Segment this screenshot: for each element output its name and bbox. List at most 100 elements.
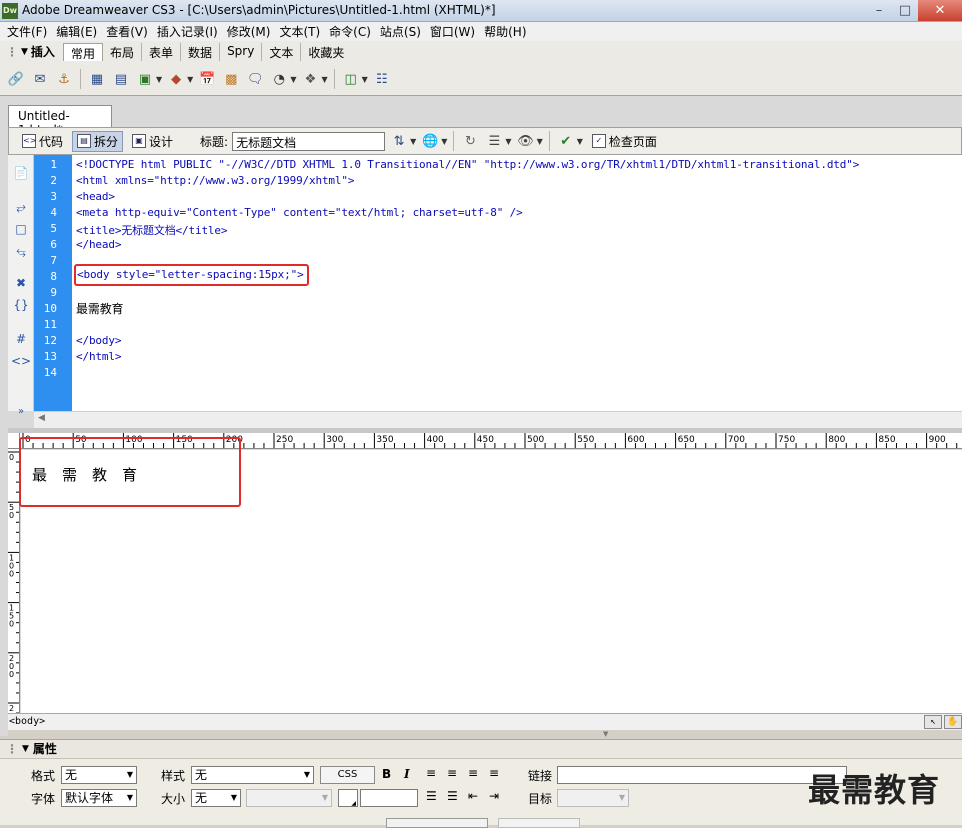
tag-selector-body[interactable]: <body>	[9, 716, 45, 727]
design-view-button[interactable]: ▣ 设计	[127, 131, 178, 152]
link-input[interactable]	[557, 766, 847, 784]
code-line: <title>无标题文档</title>	[76, 224, 228, 237]
grip-icon: ⋮	[6, 741, 18, 756]
dropdown-arrow-icon[interactable]: ▼	[577, 137, 583, 146]
tab-layout[interactable]: 布局	[103, 43, 143, 61]
head-icon[interactable]: ◔	[269, 69, 289, 89]
bold-button[interactable]: B	[382, 767, 391, 781]
div-icon[interactable]: ▤	[111, 69, 131, 89]
dropdown-arrow-icon[interactable]: ▼	[290, 75, 296, 84]
dropdown-arrow-icon[interactable]: ▼	[187, 75, 193, 84]
menu-edit[interactable]: 编辑(E)	[53, 23, 103, 40]
menu-file[interactable]: 文件(F)	[4, 23, 53, 40]
collapse-selection-icon[interactable]: □	[8, 219, 34, 239]
outdent-icon[interactable]: ⇤	[468, 789, 478, 803]
email-link-icon[interactable]: ✉	[30, 69, 50, 89]
document-tab[interactable]: Untitled-1.html*	[8, 105, 112, 137]
comment-icon[interactable]: 🗨	[245, 69, 265, 89]
select-parent-tag-icon[interactable]: ✖	[8, 273, 34, 293]
dropdown-arrow-icon[interactable]: ▼	[505, 137, 511, 146]
tab-favorites[interactable]: 收藏夹	[301, 43, 351, 61]
dropdown-arrow-icon[interactable]: ▼	[362, 75, 368, 84]
tab-forms[interactable]: 表单	[142, 43, 182, 61]
select-tool-icon[interactable]: ↖	[924, 715, 942, 729]
media-icon[interactable]: ◆	[166, 69, 186, 89]
menu-modify[interactable]: 修改(M)	[224, 23, 277, 40]
open-documents-icon[interactable]: 📄	[8, 163, 34, 183]
code-view-button[interactable]: <> 代码	[17, 131, 68, 152]
tab-text[interactable]: 文本	[262, 43, 302, 61]
window-controls: – □ ✕	[866, 0, 962, 21]
visual-aids-icon[interactable]: 👁	[516, 131, 536, 151]
dropdown-arrow-icon[interactable]: ▼	[537, 137, 543, 146]
more-tools-icon[interactable]: »	[8, 401, 34, 421]
line-numbers-icon[interactable]: #	[8, 329, 34, 349]
menu-text[interactable]: 文本(T)	[276, 23, 326, 40]
table-icon[interactable]: ▦	[87, 69, 107, 89]
split-view-button[interactable]: ▤ 拆分	[72, 130, 124, 152]
size-select[interactable]: 无 ▼	[191, 789, 241, 807]
align-right-icon[interactable]: ≡	[468, 766, 478, 780]
size-unit-select[interactable]: ▼	[246, 789, 332, 807]
target-select[interactable]: ▼	[557, 789, 629, 807]
date-icon[interactable]: 📅	[197, 69, 217, 89]
highlight-invalid-code-icon[interactable]: <>	[8, 351, 34, 371]
page-properties-button[interactable]	[386, 818, 488, 828]
dropdown-arrow-icon[interactable]: ▼	[156, 75, 162, 84]
collapse-full-tag-icon[interactable]: ⥂	[8, 197, 34, 217]
script-icon[interactable]: ❖	[300, 69, 320, 89]
font-select[interactable]: 默认字体 ▼	[61, 789, 137, 807]
menu-view[interactable]: 查看(V)	[103, 23, 154, 40]
menu-site[interactable]: 站点(S)	[377, 23, 427, 40]
panel-grip[interactable]: ▼	[8, 730, 962, 739]
dropdown-arrow-icon[interactable]: ▼	[441, 137, 447, 146]
close-icon[interactable]: ✕	[918, 0, 962, 21]
dropdown-arrow-icon[interactable]: ▼	[410, 137, 416, 146]
minimize-icon[interactable]: –	[866, 0, 892, 21]
balance-braces-icon[interactable]: {}	[8, 295, 34, 315]
menu-commands[interactable]: 命令(C)	[326, 23, 377, 40]
hand-tool-icon[interactable]: ✋	[944, 715, 962, 729]
italic-button[interactable]: I	[404, 767, 410, 781]
view-options-icon[interactable]: ☰	[484, 131, 504, 151]
hyperlink-icon[interactable]: 🔗	[6, 69, 26, 89]
file-management-icon[interactable]: ⇅	[389, 131, 409, 151]
refresh-icon[interactable]: ↻	[460, 131, 480, 151]
indent-icon[interactable]: ⇥	[489, 789, 499, 803]
templates-icon[interactable]: ◫	[341, 69, 361, 89]
preview-browser-icon[interactable]: 🌐	[420, 131, 440, 151]
align-left-icon[interactable]: ≡	[426, 766, 436, 780]
list-item-button[interactable]	[498, 818, 580, 828]
css-button[interactable]: CSS	[320, 766, 375, 784]
named-anchor-icon[interactable]: ⚓	[54, 69, 74, 89]
text-color-input[interactable]	[360, 789, 418, 807]
server-include-icon[interactable]: ▩	[221, 69, 241, 89]
tab-spry[interactable]: Spry	[220, 43, 263, 61]
check-page-button[interactable]: ✓ 检查页面	[587, 131, 662, 152]
validate-markup-icon[interactable]: ✔	[556, 131, 576, 151]
maximize-icon[interactable]: □	[892, 0, 918, 21]
menu-window[interactable]: 窗口(W)	[427, 23, 481, 40]
unordered-list-icon[interactable]: ☰	[426, 789, 437, 803]
menu-insert[interactable]: 插入记录(I)	[154, 23, 224, 40]
code-editor[interactable]: <!DOCTYPE html PUBLIC "-//W3C//DTD XHTML…	[72, 155, 962, 411]
tag-chooser-icon[interactable]: ☷	[372, 69, 392, 89]
title-input[interactable]: 无标题文档	[232, 131, 386, 151]
justify-icon[interactable]: ≡	[489, 766, 499, 780]
title-label: 标题:	[200, 134, 229, 149]
tab-common[interactable]: 常用	[63, 43, 104, 61]
expand-all-icon[interactable]: ⥃	[8, 241, 34, 261]
dropdown-arrow-icon[interactable]: ▼	[321, 75, 327, 84]
properties-header[interactable]: ⋮ ▼ 属性	[6, 740, 57, 757]
style-select[interactable]: 无 ▼	[191, 766, 314, 784]
align-center-icon[interactable]: ≡	[447, 766, 457, 780]
insert-panel-header[interactable]: ⋮ ▼ 插入	[6, 43, 55, 60]
code-horizontal-scrollbar[interactable]: ◀	[34, 411, 962, 428]
scroll-left-icon[interactable]: ◀	[38, 413, 45, 423]
menu-help[interactable]: 帮助(H)	[481, 23, 532, 40]
ordered-list-icon[interactable]: ☰	[447, 789, 458, 803]
image-icon[interactable]: ▣	[135, 69, 155, 89]
tab-data[interactable]: 数据	[181, 43, 221, 61]
text-color-swatch[interactable]: ◢	[338, 789, 358, 807]
format-select[interactable]: 无 ▼	[61, 766, 137, 784]
